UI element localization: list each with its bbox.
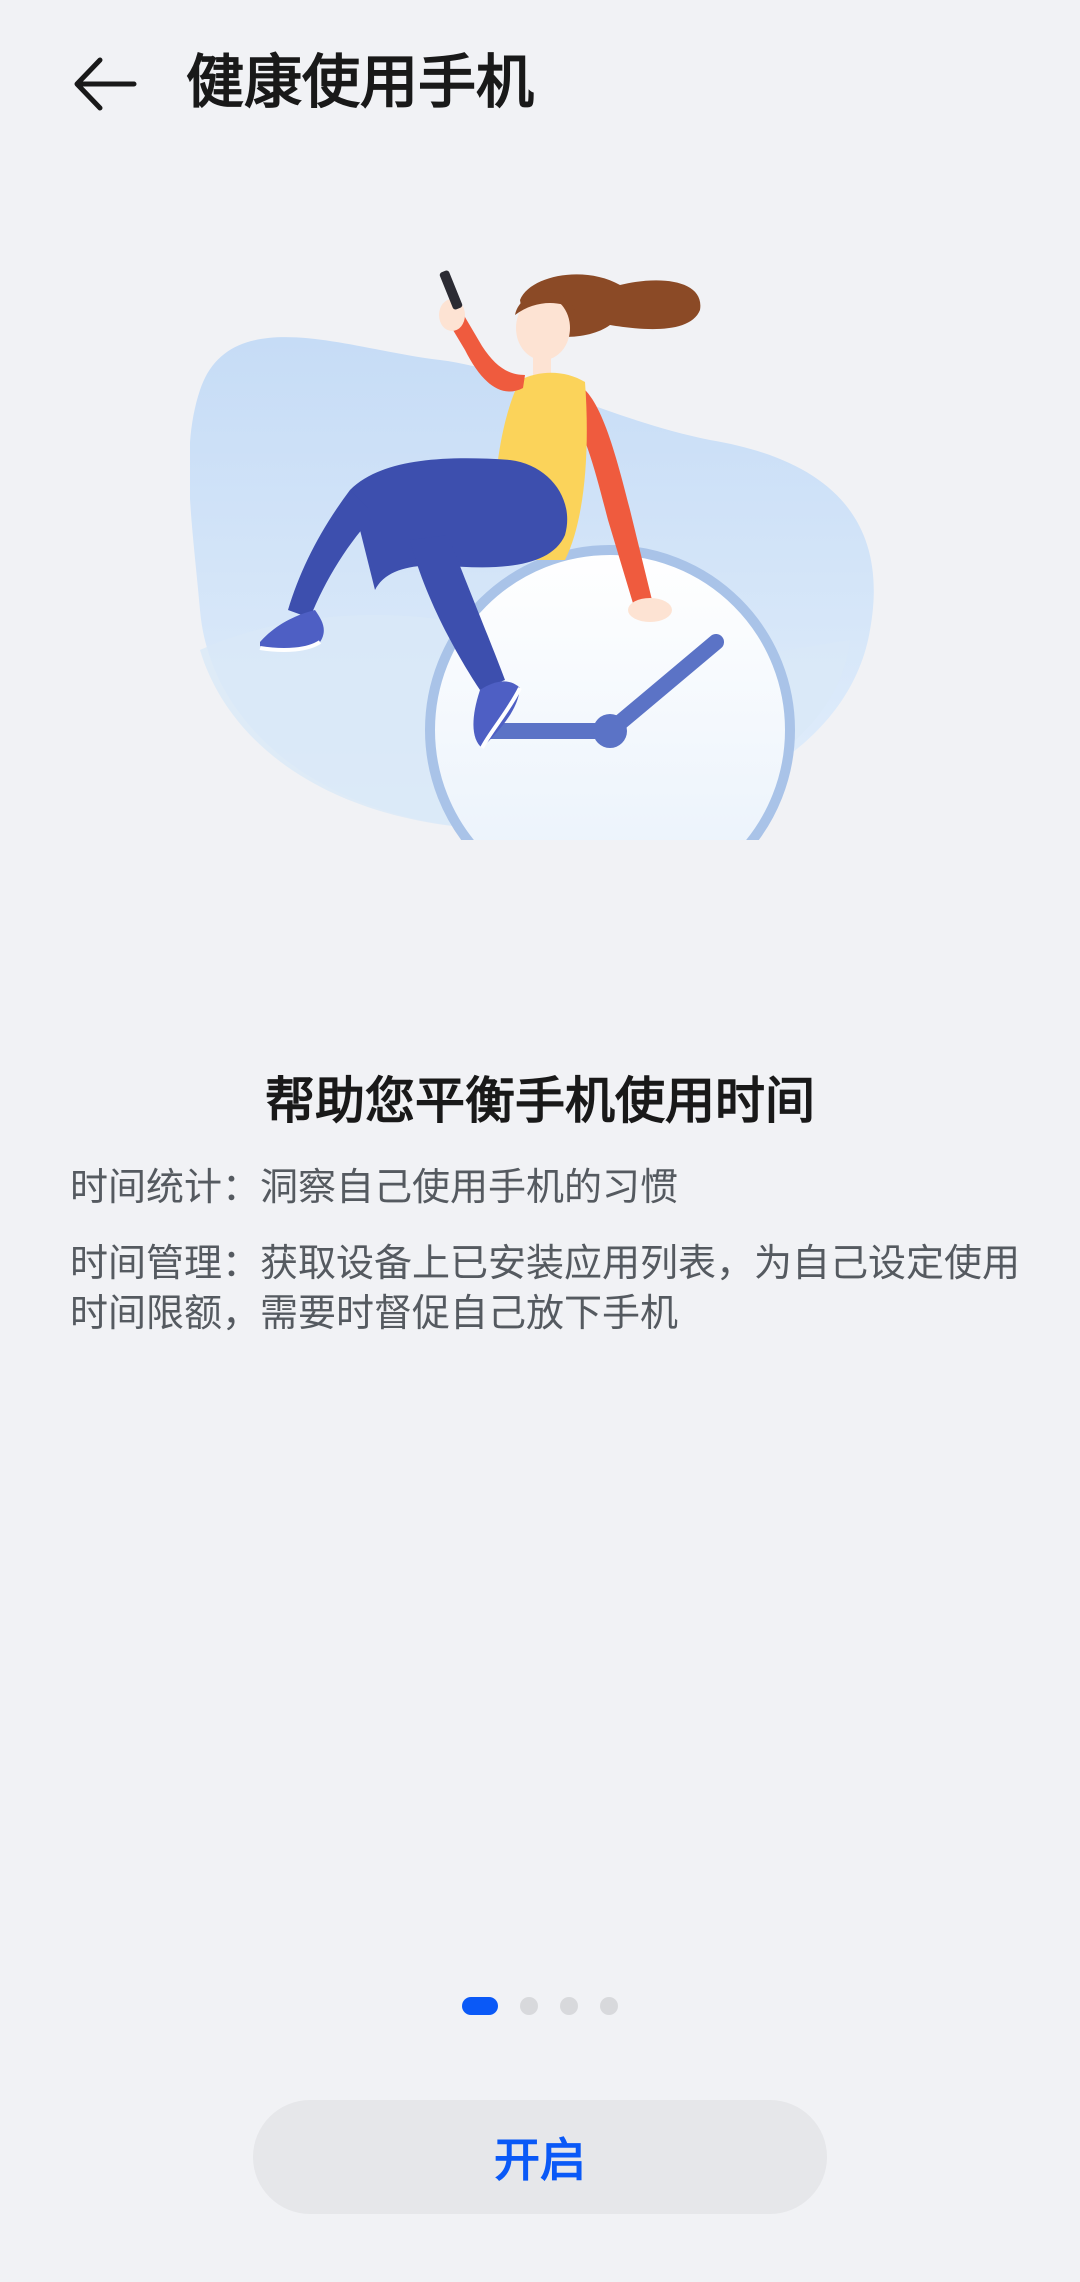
feature-headline: 帮助您平衡手机使用时间 xyxy=(265,1072,815,1130)
page-dot-3 xyxy=(560,1997,578,2015)
back-button[interactable] xyxy=(60,46,150,122)
time-management-description: 时间管理：获取设备上已安装应用列表，为自己设定使用时间限额，需要时督促自己放下手… xyxy=(70,1241,1021,1335)
app-header: 健康使用手机 xyxy=(0,0,1080,170)
back-arrow-icon xyxy=(74,57,137,111)
time-statistics-description: 时间统计：洞察自己使用手机的习惯 xyxy=(70,1165,679,1209)
woman-on-clock-illustration xyxy=(190,270,874,840)
page-indicator xyxy=(0,1996,1080,2016)
page-dot-2 xyxy=(520,1997,538,2015)
page-title: 健康使用手机 xyxy=(186,48,535,116)
page-dot-1-active xyxy=(462,1997,498,2015)
page-dot-4 xyxy=(600,1997,618,2015)
enable-button[interactable]: 开启 xyxy=(253,2100,827,2214)
